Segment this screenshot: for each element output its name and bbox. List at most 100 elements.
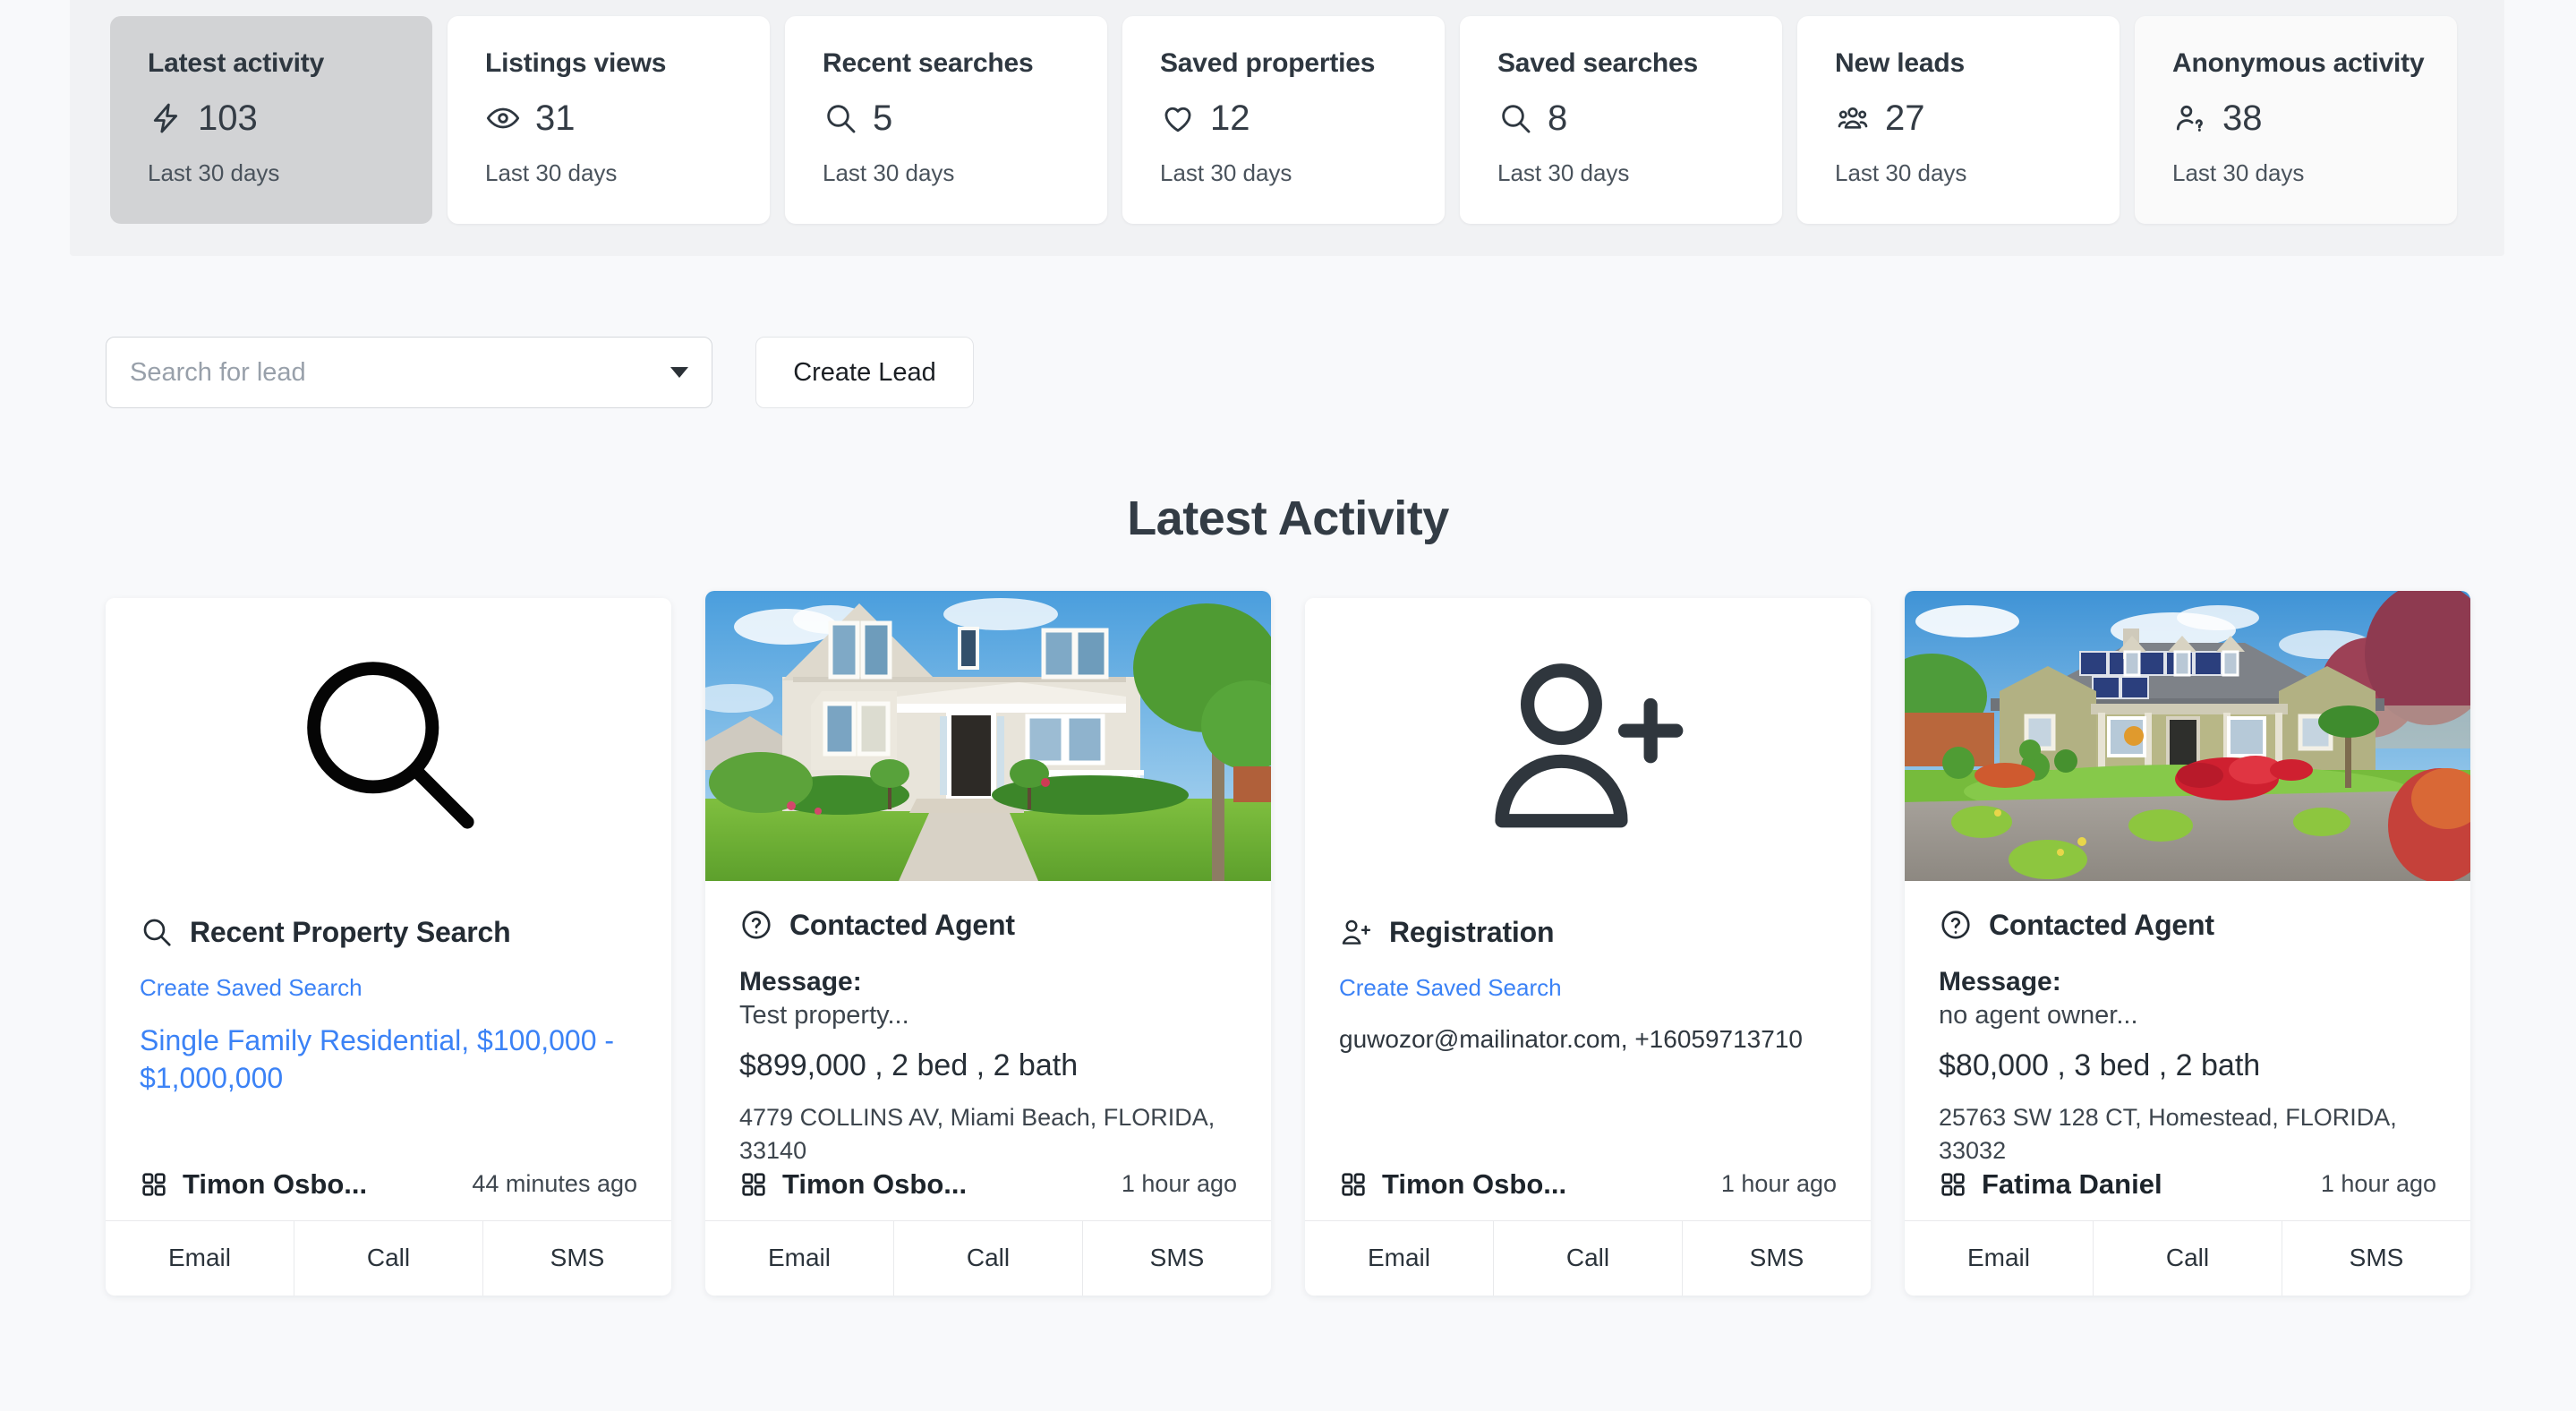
email-button[interactable]: Email [1905,1221,2093,1296]
card-actions: Email Call SMS [1305,1219,1871,1296]
stat-period: Last 30 days [1835,159,1967,186]
create-saved-search-link[interactable]: Create Saved Search [140,974,637,1002]
lead-identity[interactable]: Timon Osbo... [739,1168,967,1201]
sms-button[interactable]: SMS [2282,1220,2470,1296]
card-body: Contacted Agent Message: no agent owner.… [1905,881,2470,1168]
grid-squares-icon [1339,1170,1368,1199]
message-text: Test property... [739,1001,909,1030]
lead-name: Timon Osbo... [1382,1167,1567,1200]
property-summary: $899,000 , 2 bed , 2 bath [739,1048,1079,1082]
stat-card-latest-activity[interactable]: Latest activity 103 Last 30 days [110,16,432,224]
lead-name: Fatima Daniel [1982,1167,2162,1200]
stat-card-saved-searches[interactable]: Saved searches 8 Last 30 days [1460,16,1782,224]
bolt-icon [148,100,183,136]
email-button[interactable]: Email [106,1221,294,1296]
activity-card-contacted-agent-2[interactable]: Contacted Agent Message: no agent owner.… [1905,591,2470,1296]
stat-value: 8 [1548,98,1568,138]
search-icon-placeholder-media [106,598,671,888]
question-circle-icon [1939,908,1973,942]
stat-card-saved-properties[interactable]: Saved properties 12 Last 30 days [1122,16,1445,224]
stat-title: Anonymous activity [2172,48,2425,78]
chevron-down-icon[interactable] [670,367,688,378]
time-ago: 1 hour ago [2320,1170,2436,1197]
search-icon [1497,100,1533,136]
lead-identity[interactable]: Timon Osbo... [140,1168,367,1201]
stat-title: Latest activity [148,48,325,78]
lead-identity[interactable]: Timon Osbo... [1339,1168,1566,1201]
grid-squares-icon [739,1170,768,1199]
card-body: Recent Property Search Create Saved Sear… [106,888,671,1168]
search-criteria-link[interactable]: Single Family Residential, $100,000 - $1… [140,1022,637,1097]
card-body: Registration Create Saved Search guwozor… [1305,888,1871,1168]
activity-card-registration[interactable]: Registration Create Saved Search guwozor… [1305,598,1871,1296]
stat-value-row: 38 [2172,100,2457,136]
lead-identity[interactable]: Fatima Daniel [1939,1168,2162,1201]
time-ago: 44 minutes ago [472,1170,637,1197]
page-title: Latest Activity [1127,492,1449,545]
stat-period: Last 30 days [485,159,618,186]
card-footer-meta: Timon Osbo... 44 minutes ago [106,1168,671,1220]
eye-icon [485,100,521,136]
call-button[interactable]: Call [2093,1220,2282,1296]
question-circle-icon [739,908,773,942]
stat-card-anonymous-activity[interactable]: Anonymous activity 38 Last 30 days [2135,16,2457,224]
stat-card-recent-searches[interactable]: Recent searches 5 Last 30 days [785,16,1107,224]
property-photo-two-story-house [705,591,1271,881]
stat-value-row: 8 [1497,100,1782,136]
stat-value-row: 12 [1160,100,1445,136]
property-address: 4779 COLLINS AV, Miami Beach, FLORIDA, 3… [739,1104,1215,1165]
latest-activity-list: Recent Property Search Create Saved Sear… [106,591,2470,1296]
sms-button[interactable]: SMS [1682,1220,1871,1296]
message-text: no agent owner... [1939,1001,2138,1030]
search-icon [307,662,474,829]
create-lead-button[interactable]: Create Lead [755,337,974,408]
stat-title: Saved properties [1160,48,1376,78]
sms-button[interactable]: SMS [1082,1220,1271,1296]
stat-period: Last 30 days [1160,159,1292,186]
card-actions: Email Call SMS [106,1219,671,1296]
time-ago: 1 hour ago [1121,1170,1237,1197]
stat-value-row: 27 [1835,100,2120,136]
stat-title: New leads [1835,48,1965,78]
stat-value-row: 5 [823,100,1107,136]
lead-search-select[interactable]: Search for lead [106,337,712,408]
stat-value: 5 [873,98,893,138]
time-ago: 1 hour ago [1720,1170,1837,1197]
users-group-icon [1835,100,1871,136]
property-address: 25763 SW 128 CT, Homestead, FLORIDA, 330… [1939,1104,2397,1165]
call-button[interactable]: Call [294,1220,482,1296]
card-title: Contacted Agent [789,908,1015,941]
card-title: Registration [1389,915,1555,948]
activity-card-recent-property-search[interactable]: Recent Property Search Create Saved Sear… [106,598,671,1296]
activity-card-contacted-agent-1[interactable]: Contacted Agent Message: Test property..… [705,591,1271,1296]
email-button[interactable]: Email [1305,1221,1493,1296]
lead-name: Timon Osbo... [183,1167,368,1200]
sms-button[interactable]: SMS [482,1220,671,1296]
heart-icon [1160,100,1196,136]
card-body: Contacted Agent Message: Test property..… [705,881,1271,1168]
card-head: Recent Property Search [140,915,637,949]
stat-value-row: 31 [485,100,770,136]
call-button[interactable]: Call [1493,1220,1682,1296]
search-icon [823,100,858,136]
stat-title: Listings views [485,48,667,78]
stat-period: Last 30 days [1497,159,1630,186]
stat-value: 38 [2222,98,2263,138]
user-plus-icon [1339,915,1373,949]
card-footer-meta: Timon Osbo... 1 hour ago [705,1168,1271,1220]
stat-value: 103 [198,98,258,138]
stat-value: 12 [1210,98,1250,138]
user-question-icon [2172,100,2208,136]
stat-card-listings-views[interactable]: Listings views 31 Last 30 days [448,16,770,224]
card-title: Contacted Agent [1989,908,2214,941]
card-title: Recent Property Search [190,915,511,948]
grid-squares-icon [1939,1170,1967,1199]
user-plus-icon [1495,663,1684,828]
call-button[interactable]: Call [893,1220,1082,1296]
stat-title: Recent searches [823,48,1034,78]
stat-period: Last 30 days [148,159,280,186]
create-saved-search-link[interactable]: Create Saved Search [1339,974,1837,1002]
stat-card-new-leads[interactable]: New leads 27 Last 30 days [1797,16,2120,224]
email-button[interactable]: Email [705,1221,893,1296]
stat-period: Last 30 days [823,159,955,186]
